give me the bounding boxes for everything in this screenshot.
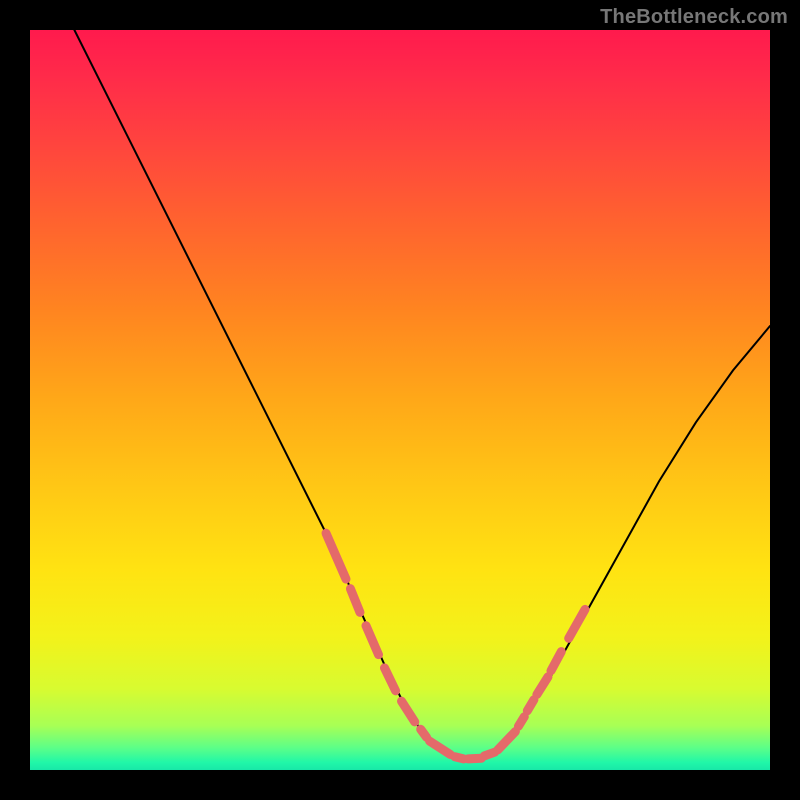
curve-layer bbox=[30, 30, 770, 770]
highlight-dash bbox=[468, 758, 481, 759]
highlight-dashes bbox=[326, 533, 585, 759]
highlight-dash bbox=[537, 677, 548, 695]
highlight-dash bbox=[402, 701, 415, 722]
highlight-dash bbox=[326, 533, 346, 579]
bottleneck-curve bbox=[74, 30, 770, 759]
plot-area bbox=[30, 30, 770, 770]
highlight-dash bbox=[527, 700, 534, 711]
highlight-dash bbox=[430, 741, 451, 754]
highlight-dash bbox=[569, 609, 585, 638]
highlight-dash bbox=[366, 626, 379, 655]
highlight-dash bbox=[498, 732, 516, 751]
watermark-text: TheBottleneck.com bbox=[600, 6, 788, 29]
highlight-dash bbox=[551, 652, 561, 671]
chart-frame: TheBottleneck.com bbox=[0, 0, 800, 800]
highlight-dash bbox=[518, 717, 524, 727]
highlight-dash bbox=[385, 668, 396, 691]
highlight-dash bbox=[350, 589, 360, 613]
highlight-dash bbox=[484, 752, 494, 756]
highlight-dash bbox=[421, 729, 427, 737]
highlight-dash bbox=[455, 757, 464, 759]
